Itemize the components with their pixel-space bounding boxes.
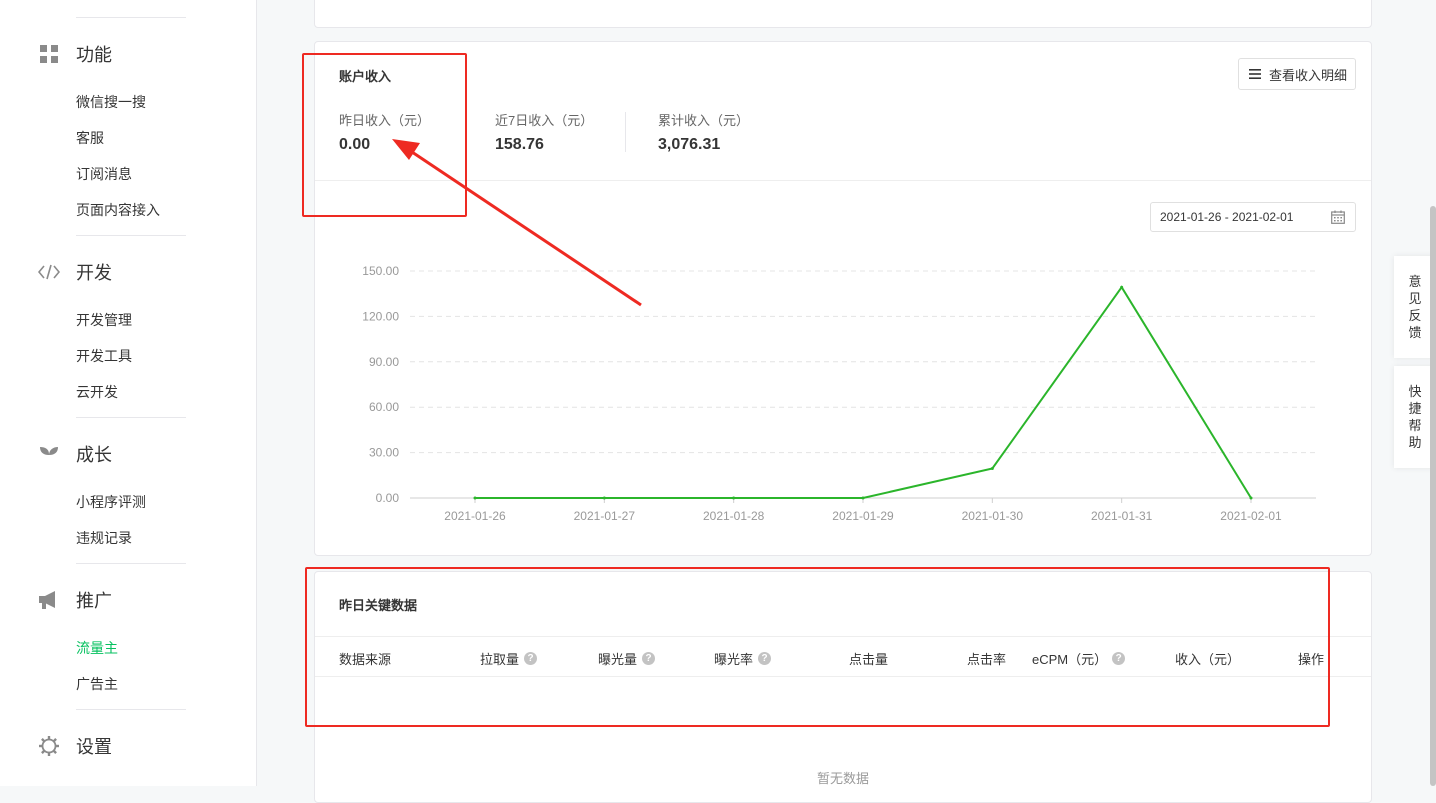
sidebar-section-label: 成长 [76, 445, 112, 465]
col-impression-rate: 曝光率? [714, 649, 772, 668]
sidebar-divider [76, 235, 186, 236]
card-divider [315, 180, 1371, 181]
col-action: 操作 [1298, 649, 1324, 668]
col-pull: 拉取量? [480, 649, 538, 668]
previous-card [314, 0, 1372, 28]
sidebar-section-label: 开发 [76, 263, 112, 283]
sidebar: 功能 微信搜一搜 客服 订阅消息 页面内容接入 开发 开发管理 开发工具 云开发… [0, 0, 257, 786]
quick-help-char: 帮 [1408, 418, 1422, 433]
key-data-title: 昨日关键数据 [339, 598, 418, 613]
col-action-label: 操作 [1298, 652, 1325, 667]
stat-total-label: 累计收入（元） [658, 113, 750, 128]
sidebar-item-evaluation[interactable]: 小程序评测 [76, 492, 146, 512]
sidebar-section-promotion[interactable]: 推广 [38, 588, 112, 612]
sidebar-section-label: 推广 [76, 591, 112, 611]
sidebar-item-customer-service[interactable]: 客服 [76, 128, 104, 148]
sidebar-divider [76, 709, 186, 710]
table-divider [315, 636, 1371, 637]
sidebar-item-publisher[interactable]: 流量主 [76, 638, 118, 658]
view-income-detail-button[interactable]: 查看收入明细 [1238, 58, 1356, 90]
sidebar-item-subscription[interactable]: 订阅消息 [76, 164, 132, 184]
empty-text: 暂无数据 [816, 771, 869, 786]
col-impression-rate-label: 曝光率 [714, 652, 754, 667]
view-income-detail-label: 查看收入明细 [1269, 67, 1348, 83]
col-ecpm: eCPM（元）? [1032, 649, 1126, 668]
col-clicks-label: 点击量 [849, 652, 889, 667]
quick-help-char: 助 [1408, 435, 1422, 450]
calendar-icon [1331, 210, 1345, 227]
quick-help-char: 捷 [1408, 401, 1422, 416]
sprout-icon [38, 443, 60, 465]
sidebar-section-label: 设置 [76, 737, 112, 757]
megaphone-icon [38, 589, 60, 611]
sidebar-item-page-content[interactable]: 页面内容接入 [76, 200, 160, 220]
col-income: 收入（元） [1175, 649, 1240, 668]
stat-total-value: 3,076.31 [658, 136, 721, 153]
sidebar-section-settings[interactable]: 设置 [38, 734, 112, 758]
sidebar-item-advertiser[interactable]: 广告主 [76, 674, 118, 694]
sidebar-section-develop[interactable]: 开发 [38, 260, 112, 284]
stat-yesterday-value: 0.00 [339, 136, 371, 153]
sidebar-item-dev-tools[interactable]: 开发工具 [76, 346, 132, 366]
col-impressions: 曝光量? [598, 649, 656, 668]
stat-divider [625, 112, 626, 152]
list-icon [1249, 67, 1261, 82]
key-data-card: 昨日关键数据 数据来源 拉取量? 曝光量? 曝光率? 点击量 点击率 eCPM（… [314, 571, 1372, 803]
gear-icon [38, 735, 60, 757]
col-source-label: 数据来源 [339, 652, 392, 667]
grid-icon [38, 43, 60, 65]
help-icon[interactable]: ? [642, 652, 656, 665]
sidebar-divider [76, 563, 186, 564]
col-ecpm-label: eCPM（元） [1032, 652, 1108, 667]
quick-help-char: 快 [1408, 384, 1422, 399]
col-impressions-label: 曝光量 [598, 652, 638, 667]
table-divider [315, 676, 1371, 677]
sidebar-divider [76, 417, 186, 418]
page-scrollbar[interactable] [1430, 206, 1436, 786]
income-title: 账户收入 [339, 69, 392, 84]
help-icon[interactable]: ? [524, 652, 538, 665]
income-card: 账户收入 查看收入明细 昨日收入（元） 0.00 近7日收入（元） 158.76… [314, 41, 1372, 556]
col-pull-label: 拉取量 [480, 652, 520, 667]
date-range-value: 2021-01-26 - 2021-02-01 [1160, 210, 1294, 224]
sidebar-item-cloud-dev[interactable]: 云开发 [76, 382, 118, 402]
help-icon[interactable]: ? [758, 652, 772, 665]
code-icon [38, 261, 60, 283]
sidebar-section-features[interactable]: 功能 [38, 42, 112, 66]
col-ctr: 点击率 [967, 649, 1006, 668]
col-source: 数据来源 [339, 649, 391, 668]
feedback-char: 意 [1408, 274, 1422, 289]
stat-7day-value: 158.76 [495, 136, 544, 153]
stat-yesterday-label: 昨日收入（元） [339, 113, 431, 128]
col-income-label: 收入（元） [1175, 652, 1241, 667]
date-range-picker[interactable]: 2021-01-26 - 2021-02-01 [1150, 202, 1356, 232]
help-icon[interactable]: ? [1112, 652, 1126, 665]
sidebar-item-violations[interactable]: 违规记录 [76, 528, 132, 548]
sidebar-divider [76, 17, 186, 18]
stat-7day-label: 近7日收入（元） [495, 113, 594, 128]
col-clicks: 点击量 [849, 649, 888, 668]
feedback-char: 馈 [1408, 325, 1422, 340]
sidebar-section-growth[interactable]: 成长 [38, 442, 112, 466]
sidebar-item-dev-manage[interactable]: 开发管理 [76, 310, 132, 330]
col-ctr-label: 点击率 [967, 652, 1007, 667]
sidebar-section-label: 功能 [76, 45, 112, 65]
sidebar-item-search[interactable]: 微信搜一搜 [76, 92, 146, 112]
feedback-char: 见 [1408, 291, 1422, 306]
feedback-char: 反 [1408, 308, 1422, 323]
